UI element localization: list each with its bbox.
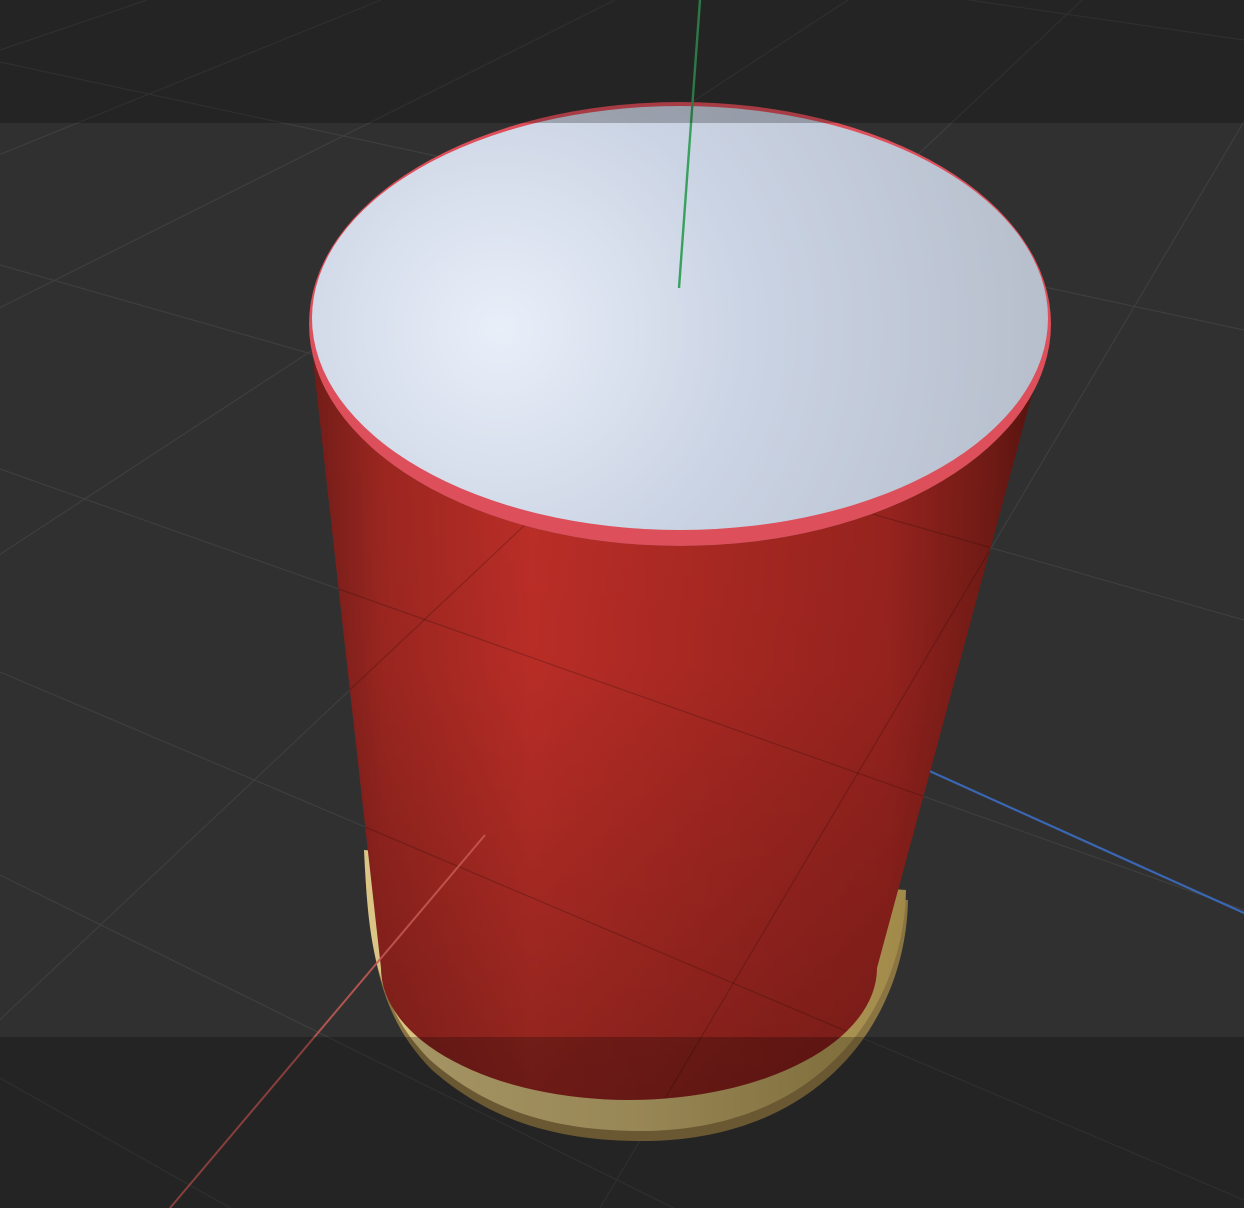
viewport-canvas[interactable] bbox=[0, 0, 1244, 1208]
cylinder-top-face[interactable] bbox=[312, 106, 1048, 530]
passepartout-bottom-band bbox=[0, 1037, 1244, 1208]
passepartout-top-band bbox=[0, 0, 1244, 123]
3d-viewport[interactable] bbox=[0, 0, 1244, 1208]
